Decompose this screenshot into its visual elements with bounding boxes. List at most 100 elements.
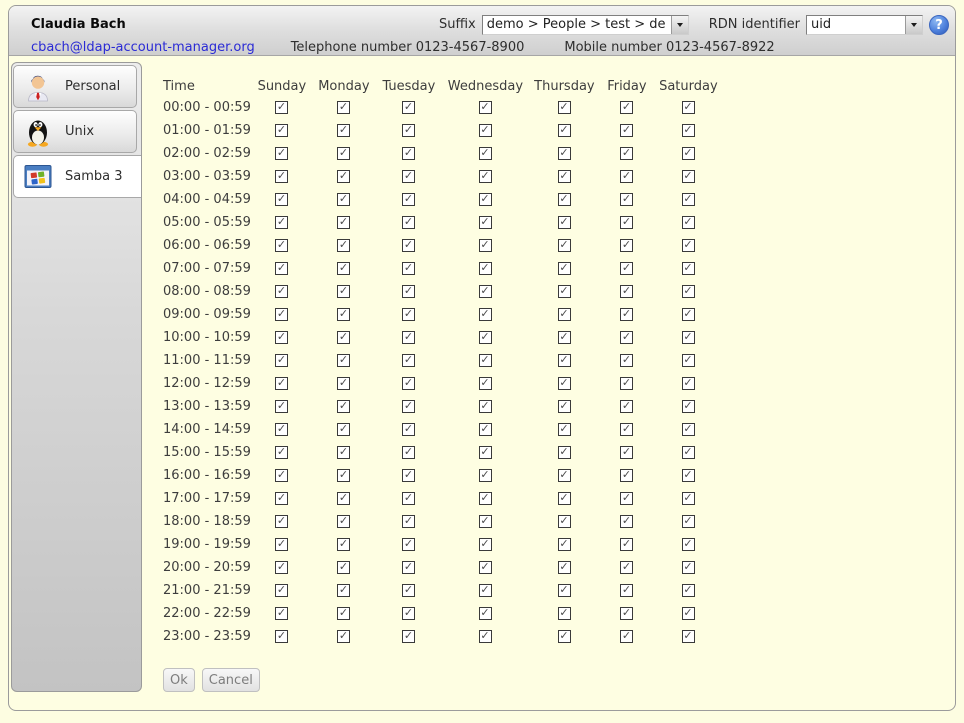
hour-checkbox-sunday[interactable] bbox=[275, 538, 288, 551]
hour-checkbox-sunday[interactable] bbox=[275, 400, 288, 413]
hour-checkbox-sunday[interactable] bbox=[275, 170, 288, 183]
hour-checkbox-friday[interactable] bbox=[620, 285, 633, 298]
hour-checkbox-monday[interactable] bbox=[337, 101, 350, 114]
hour-checkbox-friday[interactable] bbox=[620, 354, 633, 367]
hour-checkbox-thursday[interactable] bbox=[558, 492, 571, 505]
hour-checkbox-friday[interactable] bbox=[620, 446, 633, 459]
hour-checkbox-sunday[interactable] bbox=[275, 124, 288, 137]
hour-checkbox-tuesday[interactable] bbox=[402, 216, 415, 229]
hour-checkbox-saturday[interactable] bbox=[682, 124, 695, 137]
hour-checkbox-thursday[interactable] bbox=[558, 308, 571, 321]
help-icon[interactable]: ? bbox=[929, 15, 949, 35]
hour-checkbox-friday[interactable] bbox=[620, 423, 633, 436]
hour-checkbox-saturday[interactable] bbox=[682, 377, 695, 390]
hour-checkbox-sunday[interactable] bbox=[275, 354, 288, 367]
hour-checkbox-saturday[interactable] bbox=[682, 607, 695, 620]
hour-checkbox-tuesday[interactable] bbox=[402, 331, 415, 344]
hour-checkbox-monday[interactable] bbox=[337, 515, 350, 528]
hour-checkbox-friday[interactable] bbox=[620, 561, 633, 574]
hour-checkbox-tuesday[interactable] bbox=[402, 400, 415, 413]
hour-checkbox-friday[interactable] bbox=[620, 400, 633, 413]
ok-button[interactable]: Ok bbox=[163, 668, 195, 692]
hour-checkbox-saturday[interactable] bbox=[682, 538, 695, 551]
hour-checkbox-monday[interactable] bbox=[337, 354, 350, 367]
hour-checkbox-thursday[interactable] bbox=[558, 607, 571, 620]
hour-checkbox-sunday[interactable] bbox=[275, 607, 288, 620]
hour-checkbox-wednesday[interactable] bbox=[479, 515, 492, 528]
hour-checkbox-wednesday[interactable] bbox=[479, 193, 492, 206]
hour-checkbox-saturday[interactable] bbox=[682, 216, 695, 229]
hour-checkbox-monday[interactable] bbox=[337, 538, 350, 551]
hour-checkbox-sunday[interactable] bbox=[275, 446, 288, 459]
hour-checkbox-friday[interactable] bbox=[620, 101, 633, 114]
hour-checkbox-saturday[interactable] bbox=[682, 193, 695, 206]
hour-checkbox-saturday[interactable] bbox=[682, 584, 695, 597]
hour-checkbox-friday[interactable] bbox=[620, 193, 633, 206]
hour-checkbox-thursday[interactable] bbox=[558, 262, 571, 275]
hour-checkbox-wednesday[interactable] bbox=[479, 331, 492, 344]
hour-checkbox-friday[interactable] bbox=[620, 630, 633, 643]
hour-checkbox-sunday[interactable] bbox=[275, 584, 288, 597]
hour-checkbox-thursday[interactable] bbox=[558, 124, 571, 137]
hour-checkbox-saturday[interactable] bbox=[682, 469, 695, 482]
hour-checkbox-thursday[interactable] bbox=[558, 285, 571, 298]
hour-checkbox-thursday[interactable] bbox=[558, 423, 571, 436]
hour-checkbox-wednesday[interactable] bbox=[479, 469, 492, 482]
hour-checkbox-tuesday[interactable] bbox=[402, 584, 415, 597]
hour-checkbox-monday[interactable] bbox=[337, 216, 350, 229]
hour-checkbox-saturday[interactable] bbox=[682, 561, 695, 574]
hour-checkbox-sunday[interactable] bbox=[275, 377, 288, 390]
hour-checkbox-friday[interactable] bbox=[620, 216, 633, 229]
hour-checkbox-thursday[interactable] bbox=[558, 239, 571, 252]
hour-checkbox-thursday[interactable] bbox=[558, 630, 571, 643]
hour-checkbox-wednesday[interactable] bbox=[479, 423, 492, 436]
hour-checkbox-monday[interactable] bbox=[337, 423, 350, 436]
hour-checkbox-monday[interactable] bbox=[337, 193, 350, 206]
hour-checkbox-monday[interactable] bbox=[337, 492, 350, 505]
hour-checkbox-wednesday[interactable] bbox=[479, 377, 492, 390]
hour-checkbox-saturday[interactable] bbox=[682, 492, 695, 505]
hour-checkbox-thursday[interactable] bbox=[558, 584, 571, 597]
hour-checkbox-saturday[interactable] bbox=[682, 630, 695, 643]
hour-checkbox-thursday[interactable] bbox=[558, 446, 571, 459]
hour-checkbox-tuesday[interactable] bbox=[402, 170, 415, 183]
hour-checkbox-thursday[interactable] bbox=[558, 216, 571, 229]
hour-checkbox-wednesday[interactable] bbox=[479, 262, 492, 275]
hour-checkbox-wednesday[interactable] bbox=[479, 170, 492, 183]
hour-checkbox-saturday[interactable] bbox=[682, 285, 695, 298]
hour-checkbox-friday[interactable] bbox=[620, 515, 633, 528]
rdn-select-dropdown-button[interactable] bbox=[905, 16, 922, 34]
hour-checkbox-monday[interactable] bbox=[337, 239, 350, 252]
hour-checkbox-thursday[interactable] bbox=[558, 515, 571, 528]
hour-checkbox-sunday[interactable] bbox=[275, 285, 288, 298]
hour-checkbox-friday[interactable] bbox=[620, 607, 633, 620]
hour-checkbox-saturday[interactable] bbox=[682, 170, 695, 183]
hour-checkbox-thursday[interactable] bbox=[558, 400, 571, 413]
hour-checkbox-tuesday[interactable] bbox=[402, 492, 415, 505]
hour-checkbox-saturday[interactable] bbox=[682, 308, 695, 321]
hour-checkbox-monday[interactable] bbox=[337, 285, 350, 298]
hour-checkbox-saturday[interactable] bbox=[682, 400, 695, 413]
hour-checkbox-sunday[interactable] bbox=[275, 193, 288, 206]
hour-checkbox-wednesday[interactable] bbox=[479, 239, 492, 252]
hour-checkbox-monday[interactable] bbox=[337, 630, 350, 643]
hour-checkbox-sunday[interactable] bbox=[275, 331, 288, 344]
hour-checkbox-tuesday[interactable] bbox=[402, 630, 415, 643]
hour-checkbox-monday[interactable] bbox=[337, 170, 350, 183]
hour-checkbox-tuesday[interactable] bbox=[402, 561, 415, 574]
hour-checkbox-friday[interactable] bbox=[620, 492, 633, 505]
hour-checkbox-thursday[interactable] bbox=[558, 561, 571, 574]
hour-checkbox-monday[interactable] bbox=[337, 446, 350, 459]
hour-checkbox-tuesday[interactable] bbox=[402, 377, 415, 390]
hour-checkbox-sunday[interactable] bbox=[275, 630, 288, 643]
hour-checkbox-thursday[interactable] bbox=[558, 354, 571, 367]
hour-checkbox-wednesday[interactable] bbox=[479, 538, 492, 551]
hour-checkbox-friday[interactable] bbox=[620, 124, 633, 137]
hour-checkbox-wednesday[interactable] bbox=[479, 492, 492, 505]
hour-checkbox-monday[interactable] bbox=[337, 400, 350, 413]
hour-checkbox-thursday[interactable] bbox=[558, 193, 571, 206]
hour-checkbox-friday[interactable] bbox=[620, 331, 633, 344]
hour-checkbox-sunday[interactable] bbox=[275, 515, 288, 528]
hour-checkbox-thursday[interactable] bbox=[558, 147, 571, 160]
hour-checkbox-friday[interactable] bbox=[620, 308, 633, 321]
